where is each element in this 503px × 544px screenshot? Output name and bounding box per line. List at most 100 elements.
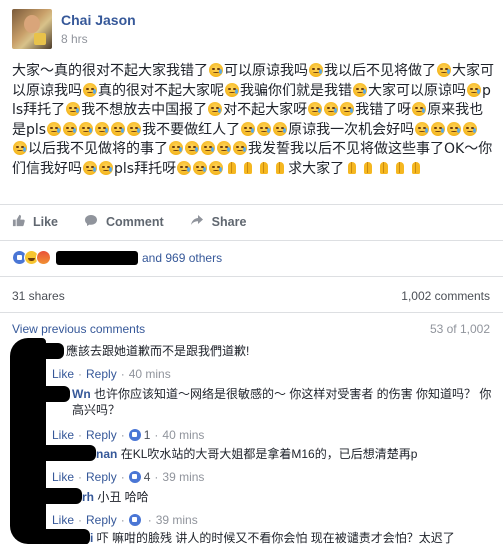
comment-like-link[interactable]: Like — [52, 512, 74, 528]
crying-face-emoji-icon — [193, 160, 208, 175]
comment-time[interactable]: 39 mins — [162, 469, 204, 485]
author-avatar[interactable] — [12, 9, 52, 49]
comment-reply-link[interactable]: Reply — [86, 427, 117, 443]
praying-hands-emoji-icon — [377, 161, 391, 175]
praying-hands-emoji-icon — [361, 161, 375, 175]
crying-face-emoji-icon — [201, 141, 215, 155]
redacted-avatars — [10, 338, 46, 544]
redacted-name — [40, 529, 90, 544]
comments-pagination: 53 of 1,002 — [429, 322, 490, 336]
post-text-segment: 真的很对不起大家呢 — [98, 82, 224, 99]
comment-likes[interactable] — [128, 514, 144, 526]
like-button[interactable]: Like — [12, 214, 58, 230]
like-reaction-icon — [128, 514, 141, 526]
crying-face-emoji-icon — [241, 121, 256, 136]
avatar-cup — [34, 33, 46, 45]
crying-face-emoji-icon — [47, 121, 62, 136]
post-text-segment: 原谅我一次机会好吗 — [288, 121, 415, 138]
comment-author[interactable]: i — [90, 531, 93, 544]
praying-hands-emoji-icon — [257, 161, 271, 175]
comment-body: Wn 也许你应该知道～网络是很敏感的～ 你这样对受害者 的伤害 你知道吗？ 你高… — [72, 386, 492, 418]
comment-time[interactable]: 40 mins — [129, 366, 171, 382]
comment-time[interactable]: 40 mins — [162, 427, 204, 443]
comment-like-link[interactable]: Like — [52, 366, 74, 382]
comment-likes[interactable]: 1 — [128, 427, 150, 443]
crying-face-emoji-icon — [185, 141, 199, 155]
crying-face-emoji-icon — [83, 82, 97, 97]
shares-count[interactable]: 31 shares — [12, 289, 65, 303]
post-text-segment: 可以原谅我吗 — [224, 63, 308, 79]
author-name[interactable]: Chai Jason — [61, 12, 136, 28]
redacted-name — [40, 445, 96, 461]
crying-face-emoji-icon — [463, 121, 478, 136]
post-text-segment: 大家可以原谅吗 — [368, 82, 466, 99]
post-text-segment: 我错了呀 — [355, 102, 412, 118]
post-text-segment: 以后我不见做将的事了 — [28, 141, 168, 157]
crying-face-emoji-icon — [340, 102, 355, 116]
post-time[interactable]: 8 hrs — [61, 32, 136, 46]
comment-author[interactable]: rh — [82, 490, 94, 504]
comment-text: 吓 嘛咁的臉残 讲人的时候又不看你会怕 现在被谴责才会怕？太迟了 — [96, 531, 455, 544]
crying-face-emoji-icon — [83, 160, 97, 175]
comment-meta: Like · Reply · 1 · 40 mins — [52, 427, 205, 443]
comment-like-link[interactable]: Like — [52, 469, 74, 485]
comment-author[interactable]: nan — [96, 447, 117, 461]
comments-count[interactable]: 1,002 comments — [401, 289, 490, 303]
redacted-name — [40, 488, 82, 504]
crying-face-emoji-icon — [225, 82, 239, 97]
crying-face-emoji-icon — [217, 141, 231, 155]
redacted-names — [56, 250, 138, 265]
crying-face-emoji-icon — [412, 102, 427, 116]
praying-hands-emoji-icon — [345, 161, 359, 175]
crying-face-emoji-icon — [257, 121, 272, 136]
crying-face-emoji-icon — [353, 82, 367, 97]
praying-hands-emoji-icon — [225, 161, 239, 175]
crying-face-emoji-icon — [177, 160, 192, 175]
comment-likes[interactable]: 4 — [128, 469, 150, 485]
comment-like-link[interactable]: Like — [52, 427, 74, 443]
divider — [0, 312, 503, 313]
crying-face-emoji-icon — [233, 141, 247, 155]
comment-reply-link[interactable]: Reply — [86, 469, 117, 485]
redacted-name — [40, 386, 70, 402]
angry-reaction-icon — [36, 250, 51, 265]
post-text-segment: 我不想放去中国报了 — [81, 102, 208, 118]
comment-reply-link[interactable]: Reply — [86, 366, 117, 382]
share-arrow-icon — [190, 214, 204, 230]
share-label: Share — [211, 215, 247, 229]
like-reaction-icon — [128, 429, 141, 441]
comment-meta: Like · Reply · · 39 mins — [52, 512, 198, 528]
comment-text: 也许你应该知道～网络是很敏感的～ 你这样对受害者 的伤害 你知道吗？ 你高兴吗？ — [72, 387, 492, 417]
comment-reply-link[interactable]: Reply — [86, 512, 117, 528]
comment-meta-wrap: Like · Reply · 1 · 40 mins — [52, 422, 492, 443]
comment-text: 在KL吹水站的大哥大姐都是拿着M16的，已后想清楚再p — [120, 447, 418, 461]
crying-face-emoji-icon — [431, 121, 446, 136]
view-previous-comments-link[interactable]: View previous comments — [12, 322, 145, 336]
reactions-summary[interactable]: and 969 others — [12, 250, 222, 265]
post-meta: Chai Jason 8 hrs — [61, 9, 136, 49]
post-text-segment: 我不要做红人了 — [142, 121, 241, 138]
comment-button[interactable]: Comment — [84, 214, 164, 230]
crying-face-emoji-icon — [324, 102, 339, 116]
crying-face-emoji-icon — [208, 102, 223, 116]
redacted-name — [40, 343, 64, 359]
crying-face-emoji-icon — [273, 121, 288, 136]
crying-face-emoji-icon — [66, 102, 81, 116]
comment-label: Comment — [106, 215, 164, 229]
crying-face-emoji-icon — [13, 141, 27, 155]
crying-face-emoji-icon — [209, 160, 224, 175]
comment-time[interactable]: 39 mins — [156, 512, 198, 528]
share-button[interactable]: Share — [190, 214, 247, 230]
comment-body: i 吓 嘛咁的臉残 讲人的时候又不看你会怕 现在被谴责才会怕？太迟了 — [90, 530, 492, 544]
crying-face-emoji-icon — [169, 141, 183, 155]
like-label: Like — [33, 215, 59, 229]
view-previous-row: View previous comments 53 of 1,002 — [12, 322, 490, 336]
comment-body: rh 小丑 哈哈 — [82, 489, 492, 505]
comment-meta-wrap: Like · Reply · · 39 mins — [52, 507, 492, 528]
comment-text: 應該去跟她道歉而不是跟我們道歉! — [66, 344, 250, 358]
post-text-segment: 对不起大家呀 — [223, 102, 308, 118]
reactions-others[interactable]: and 969 others — [142, 251, 222, 265]
comment-meta: Like · Reply · 40 mins — [52, 366, 171, 382]
comment-author[interactable]: Wn — [72, 387, 91, 401]
divider — [0, 204, 503, 205]
